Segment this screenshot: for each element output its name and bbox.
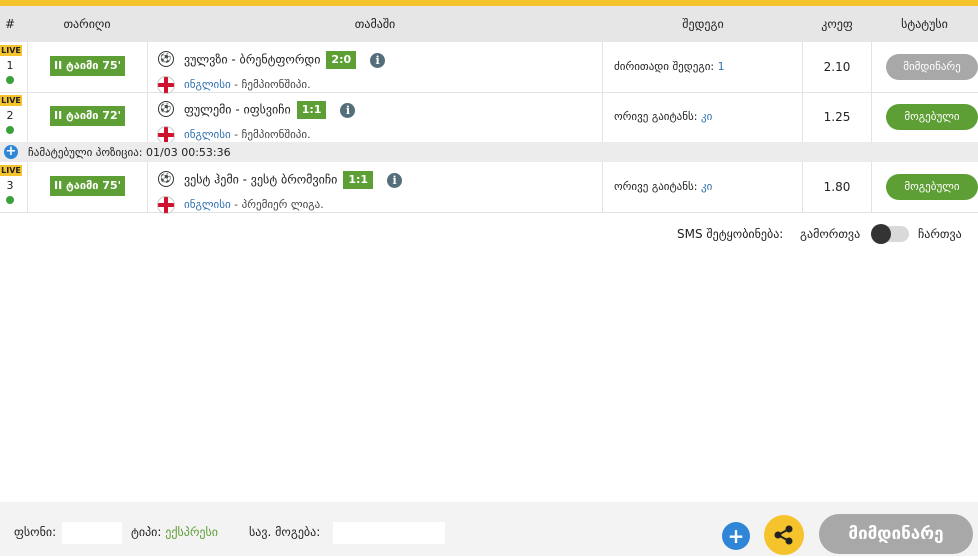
header-status: სტატუსი xyxy=(901,17,948,31)
sms-toggle[interactable] xyxy=(871,224,909,244)
saved-position-label: ჩამატებული პოზიცია: xyxy=(28,146,143,159)
result-value: კი xyxy=(700,110,713,123)
saved-position-bar: + ჩამატებული პოზიცია: 01/03 00:53:36 xyxy=(0,142,978,162)
expand-plus-icon[interactable]: + xyxy=(4,145,18,159)
footer-bar: ფსონი: ტიპი: ექსპრესი სავ. მოგება: + მიმ… xyxy=(0,502,978,556)
result-value: კი xyxy=(700,180,713,193)
toggle-knob[interactable] xyxy=(871,224,891,244)
country-link[interactable]: ინგლისი xyxy=(184,128,231,141)
type-label: ტიპი: xyxy=(131,525,162,539)
row-number: 3 xyxy=(6,179,14,192)
live-badge: LIVE xyxy=(0,165,22,176)
match-teams: ვესტ ჰემი - ვესტ ბრომვიჩი 1:1 i xyxy=(184,171,403,189)
match-teams: ვულვზი - ბრენტფორდი 2:0 i xyxy=(184,51,386,69)
share-icon xyxy=(774,525,793,545)
status-button[interactable]: მიმდინარე xyxy=(886,54,978,80)
status-button[interactable]: მოგებული xyxy=(886,104,978,130)
header-date: თარიღი xyxy=(63,17,111,31)
coefficient: 1.80 xyxy=(823,180,851,194)
table-row: LIVE 1 II ტაიმი 75' ⚽ ვულვზი - ბრენტფორდ… xyxy=(0,42,978,94)
score-badge: 1:1 xyxy=(343,171,374,189)
table-row: LIVE 2 II ტაიმი 72' ⚽ ფულემი - იფსვიჩი 1:… xyxy=(0,92,978,144)
match-time-badge: II ტაიმი 75' xyxy=(50,56,125,76)
status-button[interactable]: მოგებული xyxy=(886,174,978,200)
header-match: თამაში xyxy=(354,17,396,31)
header-num: # xyxy=(4,17,16,31)
header-result: შედეგი xyxy=(682,17,724,31)
coefficient: 1.25 xyxy=(823,110,851,124)
league-info: ინგლისი - ჩემპიონშიპი. xyxy=(184,128,311,141)
info-icon[interactable]: i xyxy=(370,52,386,68)
share-button[interactable] xyxy=(764,515,804,555)
info-icon[interactable]: i xyxy=(387,172,403,188)
table-header: # თარიღი თამაში შედეგი კოეფ სტატუსი xyxy=(0,6,978,42)
country-link[interactable]: ინგლისი xyxy=(184,198,231,211)
total-win-value-masked xyxy=(333,522,445,544)
row-number: 2 xyxy=(6,109,14,122)
row-number: 1 xyxy=(6,59,14,72)
bet-result: ძირითადი შედეგი: 1 xyxy=(614,60,725,73)
soccer-ball-icon: ⚽ xyxy=(158,101,174,117)
type-label-group: ტიპი: ექსპრესი xyxy=(131,525,218,539)
live-dot-icon xyxy=(6,196,14,204)
current-bets-button[interactable]: მიმდინარე xyxy=(819,514,973,554)
saved-position-datetime: 01/03 00:53:36 xyxy=(146,146,231,159)
info-icon[interactable]: i xyxy=(340,102,356,118)
stake-label: ფსონი: xyxy=(14,525,57,539)
league-name: - ჩემპიონშიპი. xyxy=(230,128,311,141)
score-badge: 2:0 xyxy=(326,51,357,69)
coefficient: 2.10 xyxy=(823,60,851,74)
league-name: - ჩემპიონშიპი. xyxy=(230,78,311,91)
bet-result: ორივე გაიტანს: კი xyxy=(614,110,712,123)
result-label: ორივე გაიტანს: xyxy=(614,180,701,193)
sms-on-label[interactable]: ჩართვა xyxy=(918,227,962,241)
header-coef: კოეფ xyxy=(821,17,853,31)
teams-label: ვულვზი - ბრენტფორდი xyxy=(184,52,321,67)
sms-label: SMS შეტყობინება: xyxy=(677,227,784,241)
league-name: - პრემიერ ლიგა. xyxy=(230,198,324,211)
total-win-label: სავ. მოგება: xyxy=(249,525,321,539)
bet-result: ორივე გაიტანს: კი xyxy=(614,180,712,193)
match-time-badge: II ტაიმი 72' xyxy=(50,106,125,126)
soccer-ball-icon: ⚽ xyxy=(158,51,174,67)
teams-label: ფულემი - იფსვიჩი xyxy=(184,102,291,117)
teams-label: ვესტ ჰემი - ვესტ ბრომვიჩი xyxy=(184,172,338,187)
result-label: ძირითადი შედეგი: xyxy=(614,60,718,73)
stake-value-masked xyxy=(62,522,122,544)
live-dot-icon xyxy=(6,76,14,84)
sms-off-label[interactable]: გამორთვა xyxy=(800,227,860,241)
result-value: 1 xyxy=(717,60,725,73)
table-row: LIVE 3 II ტაიმი 75' ⚽ ვესტ ჰემი - ვესტ ბ… xyxy=(0,162,978,214)
live-badge: LIVE xyxy=(0,45,22,56)
live-badge: LIVE xyxy=(0,95,22,106)
england-flag-icon xyxy=(157,196,175,214)
match-teams: ფულემი - იფსვიჩი 1:1 i xyxy=(184,101,356,119)
saved-position-text: ჩამატებული პოზიცია: 01/03 00:53:36 xyxy=(28,146,231,159)
country-link[interactable]: ინგლისი xyxy=(184,78,231,91)
result-label: ორივე გაიტანს: xyxy=(614,110,701,123)
league-info: ინგლისი - პრემიერ ლიგა. xyxy=(184,198,324,211)
score-badge: 1:1 xyxy=(296,101,327,119)
league-info: ინგლისი - ჩემპიონშიპი. xyxy=(184,78,311,91)
match-time-badge: II ტაიმი 75' xyxy=(50,176,125,196)
live-dot-icon xyxy=(6,126,14,134)
soccer-ball-icon: ⚽ xyxy=(158,171,174,187)
type-value: ექსპრესი xyxy=(165,525,218,539)
add-plus-icon[interactable]: + xyxy=(722,522,750,550)
